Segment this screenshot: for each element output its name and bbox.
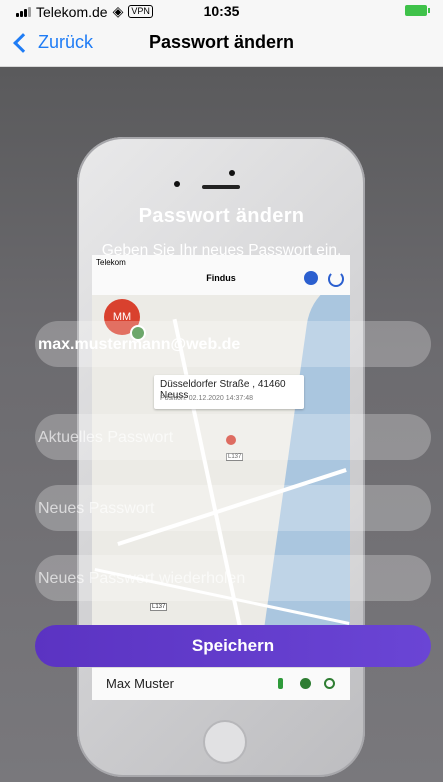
save-button[interactable]: Speichern (35, 625, 431, 667)
status-time: 10:35 (203, 3, 240, 19)
sensor-dot (174, 181, 180, 187)
new-password-field[interactable] (35, 485, 435, 533)
page-title: Passwort ändern (148, 32, 295, 52)
person-icon (304, 271, 318, 285)
form-title: Passwort ändern (138, 205, 305, 227)
refresh-icon (328, 271, 344, 287)
repeat-password-field[interactable] (35, 555, 435, 603)
walking-icon (278, 678, 283, 689)
inner-tab-bar: Max Muster (92, 667, 350, 700)
navigation-bar: Zurück Passwort ändern (0, 22, 443, 67)
email-field[interactable] (35, 321, 435, 369)
gear-icon (300, 678, 311, 689)
phone-speaker (202, 185, 240, 189)
location-target-icon (324, 678, 335, 689)
status-bar: Telekom.de ◈ VPN 10:35 (0, 0, 443, 22)
form-subtitle: Geben Sie Ihr neues Passwort ein. (101, 242, 342, 259)
front-camera (229, 170, 235, 176)
inner-user-name: Max Muster (106, 676, 174, 691)
new-password-input[interactable] (36, 485, 435, 533)
location-callout: Düsseldorfer Straße , 41460 Neuss Positi… (154, 375, 304, 409)
road-label: L137 (150, 603, 168, 611)
email-input[interactable] (36, 321, 435, 369)
callout-position: Position: 02.12.2020 14:37:48 (160, 395, 254, 402)
current-password-field[interactable] (35, 414, 435, 462)
home-button-illustration (203, 720, 247, 764)
repeat-password-input[interactable] (36, 555, 435, 603)
current-password-input[interactable] (36, 414, 435, 462)
battery-icon (405, 5, 430, 16)
